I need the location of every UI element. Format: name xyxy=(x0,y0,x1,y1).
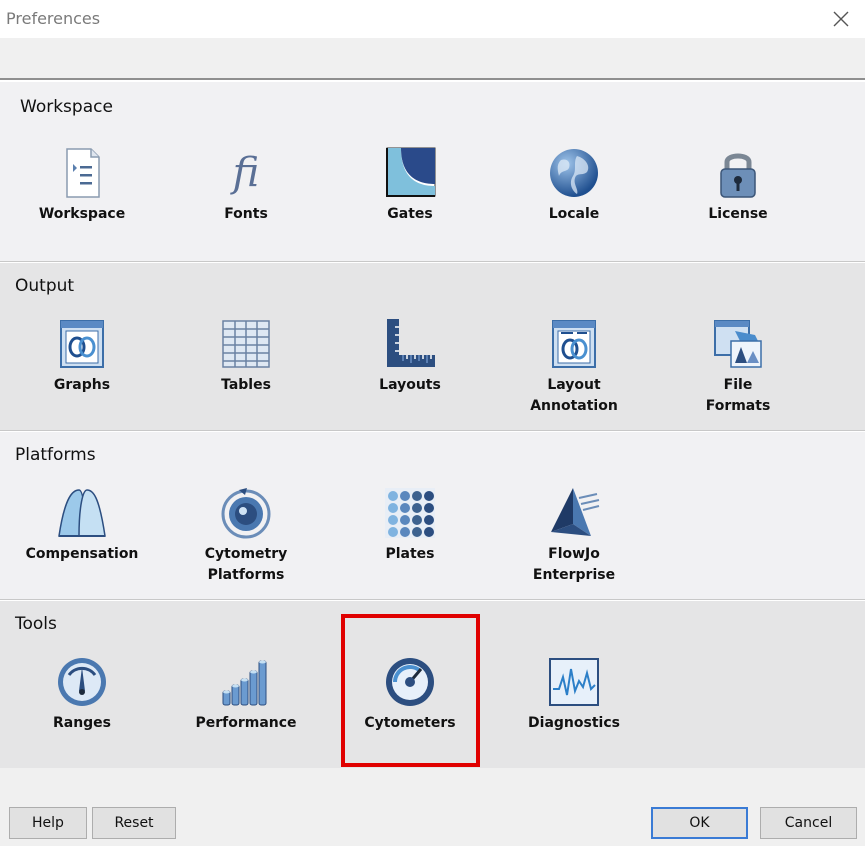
svg-text:fi: fi xyxy=(230,150,260,196)
section-platforms: Platforms Compensation Cytometry Platfor… xyxy=(0,432,865,600)
pref-file-formats[interactable]: File Formats xyxy=(663,317,813,417)
pref-label: Cytometers xyxy=(364,715,456,731)
pref-diagnostics[interactable]: Diagnostics xyxy=(499,655,649,734)
pref-label: Plates xyxy=(385,546,435,562)
pref-flowjo-enterprise[interactable]: FlowJo Enterprise xyxy=(499,486,649,586)
cytometry-platforms-icon xyxy=(221,488,271,539)
bar-cylinders-icon xyxy=(222,660,267,706)
section-title: Workspace xyxy=(20,97,113,117)
pref-tables[interactable]: Tables xyxy=(171,317,321,396)
fonts-fi-icon: fi xyxy=(230,150,260,196)
pref-cytometry-platforms[interactable]: Cytometry Platforms xyxy=(171,486,321,586)
close-button[interactable] xyxy=(827,5,855,33)
pref-compensation[interactable]: Compensation xyxy=(7,486,157,565)
table-grid-icon xyxy=(222,320,270,368)
dialog-footer: Help Reset OK Cancel xyxy=(0,768,865,846)
section-tools: Tools Ranges Performance Cytometers Diag… xyxy=(0,601,865,768)
reset-button[interactable]: Reset xyxy=(92,807,176,839)
padlock-icon xyxy=(720,153,756,198)
workspace-document-icon xyxy=(66,148,100,198)
pref-performance[interactable]: Performance xyxy=(171,655,321,734)
ok-button[interactable]: OK xyxy=(651,807,748,839)
pref-label: Compensation xyxy=(25,546,139,562)
file-formats-icon xyxy=(714,320,762,368)
gates-icon xyxy=(386,147,436,197)
pref-workspace[interactable]: Workspace xyxy=(7,146,157,225)
pref-label: Ranges xyxy=(52,715,112,731)
section-title: Tools xyxy=(15,614,57,634)
cancel-button[interactable]: Cancel xyxy=(760,807,857,839)
pref-label: Performance xyxy=(195,715,297,731)
pref-gates[interactable]: Gates xyxy=(335,146,485,225)
plates-icon xyxy=(385,488,435,538)
section-title: Output xyxy=(15,276,75,296)
pref-layout-annotation[interactable]: Layout Annotation xyxy=(499,317,649,417)
pref-plates[interactable]: Plates xyxy=(335,486,485,565)
waveform-monitor-icon xyxy=(549,658,599,706)
pref-license[interactable]: License xyxy=(663,146,813,225)
pref-ranges[interactable]: Ranges xyxy=(7,655,157,734)
globe-icon xyxy=(550,149,598,197)
gauge-icon xyxy=(58,658,106,706)
compensation-icon xyxy=(58,489,106,537)
pyramid-icon xyxy=(551,488,600,536)
pref-label: Workspace xyxy=(38,206,126,222)
pref-cytometers[interactable]: Cytometers xyxy=(335,655,485,734)
pref-label: Graphs xyxy=(53,377,111,393)
close-icon xyxy=(833,11,849,27)
pref-label: Gates xyxy=(387,206,433,222)
pref-label: License xyxy=(708,206,768,222)
window-title: Preferences xyxy=(6,9,101,28)
pref-label: Layouts xyxy=(379,377,441,393)
pref-label: FlowJo Enterprise xyxy=(532,546,616,583)
pref-label: File Formats xyxy=(705,377,771,414)
toolbar-band xyxy=(0,38,865,80)
pref-label: Locale xyxy=(548,206,600,222)
pref-layouts[interactable]: Layouts xyxy=(335,317,485,396)
pref-label: Diagnostics xyxy=(528,715,620,731)
section-output: Output Graphs Tables Layouts Layout Anno… xyxy=(0,263,865,431)
pref-label: Layout Annotation xyxy=(530,377,618,414)
help-button[interactable]: Help xyxy=(9,807,87,839)
section-title: Platforms xyxy=(15,445,96,465)
pref-label: Tables xyxy=(221,377,271,393)
graph-icon xyxy=(60,320,104,368)
pref-locale[interactable]: Locale xyxy=(499,146,649,225)
pref-label: Cytometry Platforms xyxy=(204,546,288,583)
pref-graphs[interactable]: Graphs xyxy=(7,317,157,396)
section-workspace: Workspace Workspace fi Fonts Gates Local… xyxy=(0,82,865,262)
layout-ruler-icon xyxy=(387,319,435,367)
cytometer-dial-icon xyxy=(386,658,434,706)
pref-label: Fonts xyxy=(224,206,268,222)
pref-fonts[interactable]: fi Fonts xyxy=(171,146,321,225)
layout-annotation-icon xyxy=(552,320,596,368)
title-bar: Preferences xyxy=(0,0,865,38)
